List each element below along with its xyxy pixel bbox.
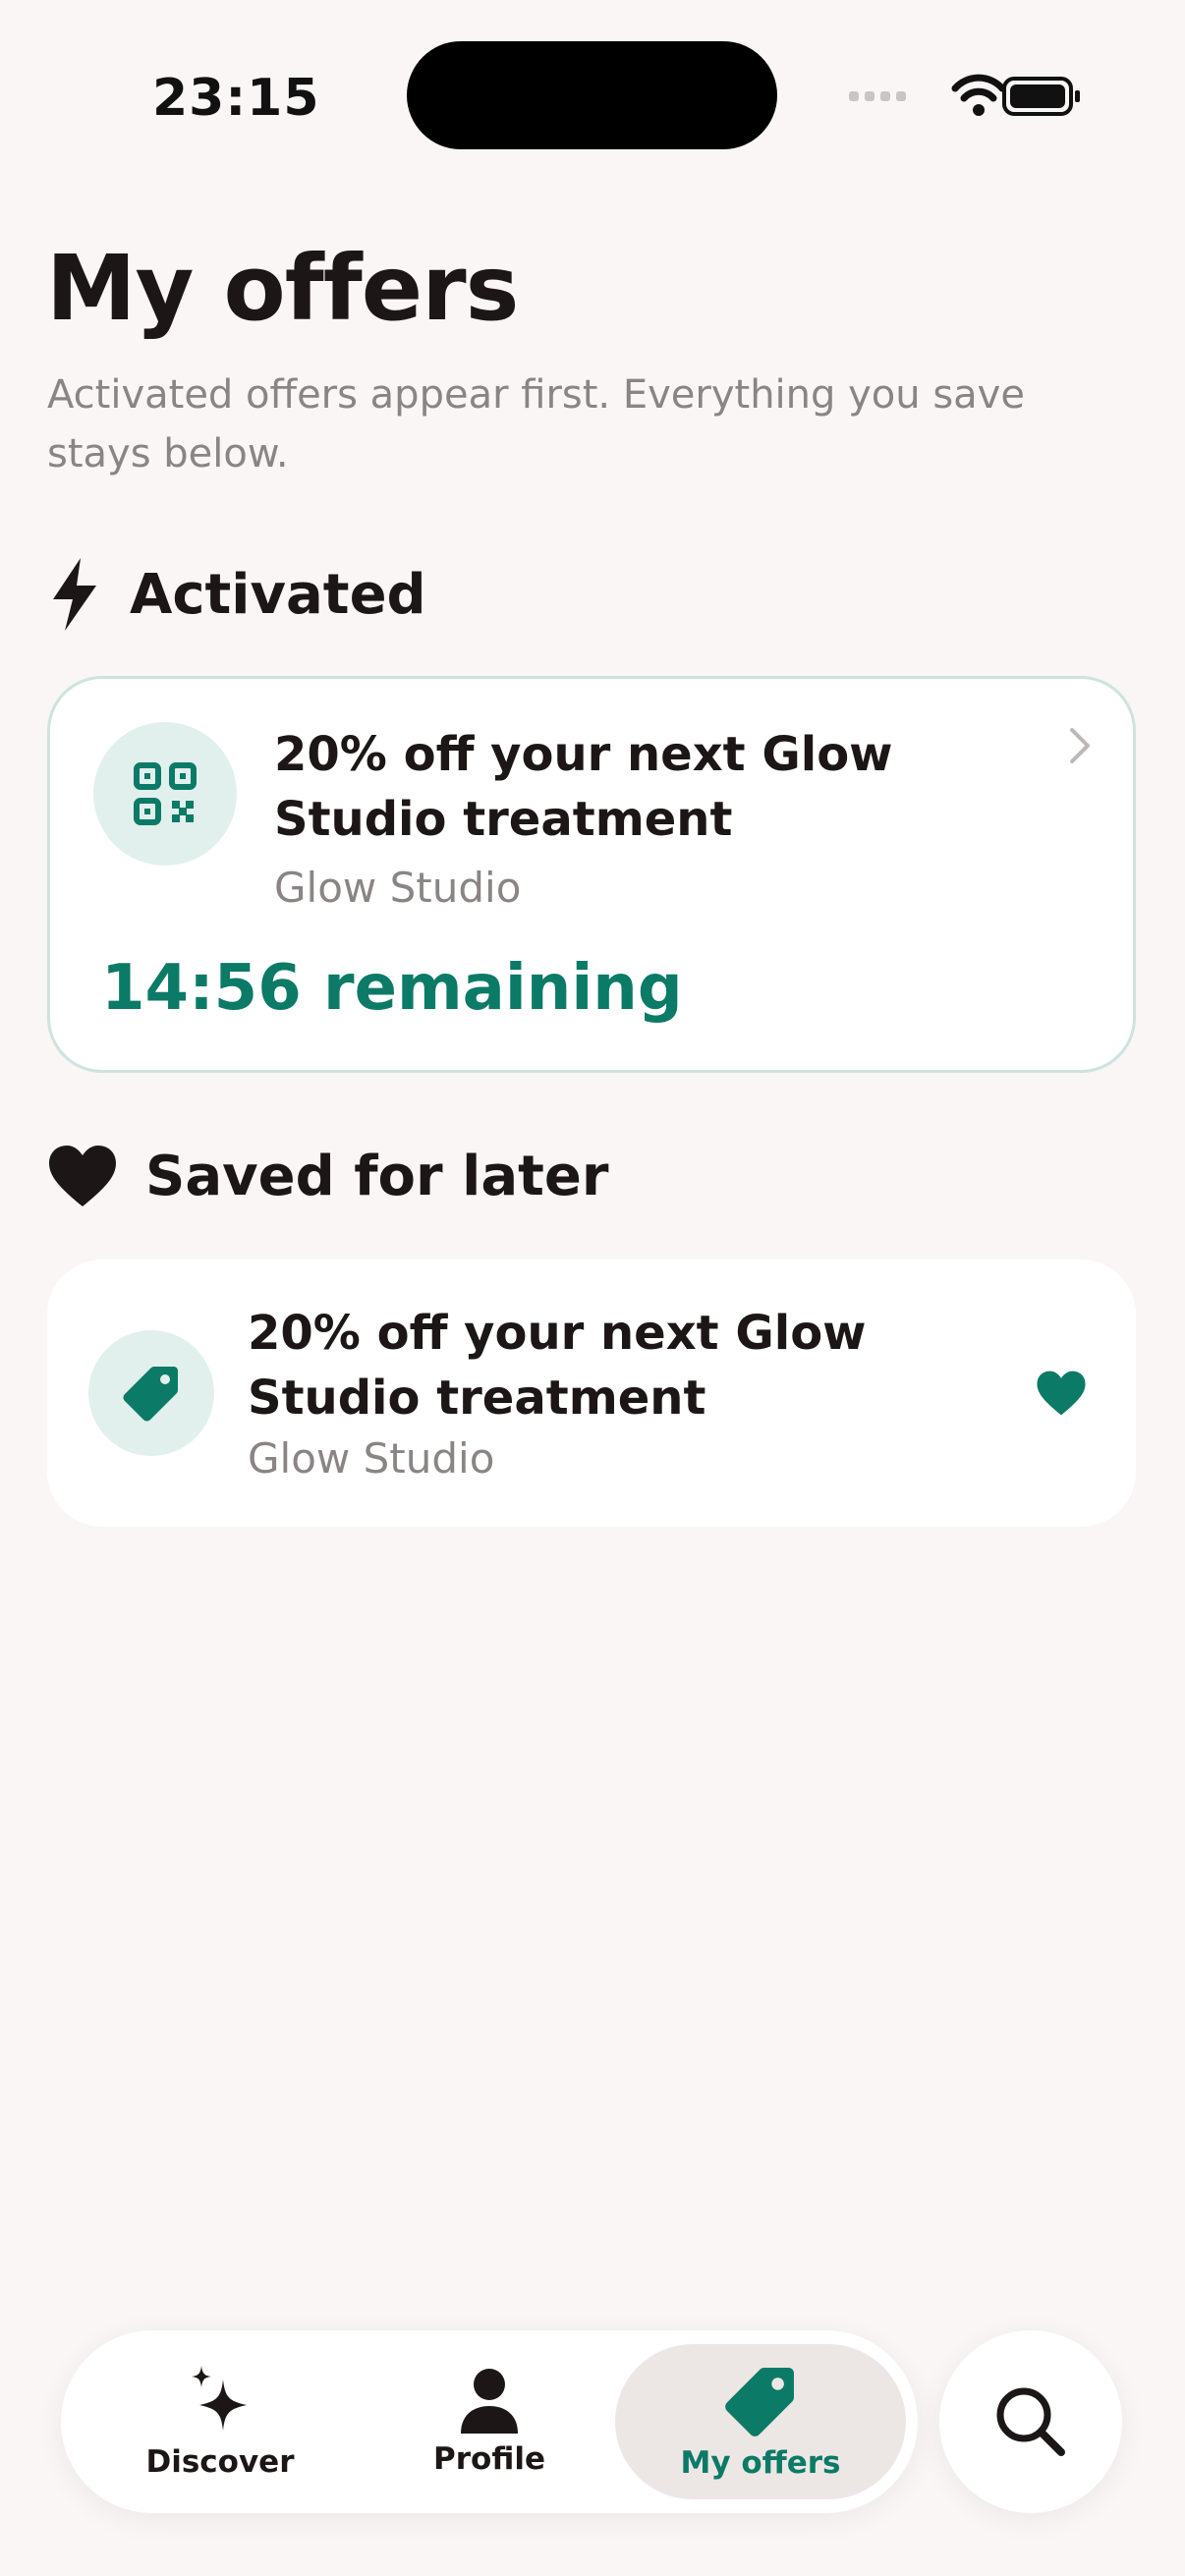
tab-profile-label: Profile (433, 2441, 545, 2477)
tab-my-offers[interactable]: My offers (615, 2344, 906, 2499)
activated-section-header: Activated (47, 556, 426, 633)
activated-section-label: Activated (130, 562, 426, 627)
search-button[interactable] (939, 2330, 1122, 2513)
offer-icon-badge (88, 1330, 214, 1456)
saved-section-label: Saved for later (145, 1144, 609, 1208)
saved-offer-card[interactable]: 20% off your next Glow Studio treatment … (47, 1260, 1136, 1527)
sparkles-icon (192, 2366, 247, 2431)
tag-icon (725, 2368, 794, 2436)
activated-offer-card[interactable]: 20% off your next Glow Studio treatment … (47, 676, 1136, 1073)
favorite-button[interactable] (1030, 1362, 1093, 1425)
page-subtitle: Activated offers appear first. Everythin… (47, 372, 1025, 476)
bolt-icon (53, 558, 96, 631)
tab-discover[interactable]: Discover (100, 2330, 340, 2513)
person-icon (461, 2369, 518, 2434)
activated-offer-title: 20% off your next Glow Studio treatment (274, 727, 893, 847)
heart-icon (49, 1146, 116, 1206)
saved-section-header: Saved for later (47, 1144, 609, 1208)
saved-offer-merchant: Glow Studio (248, 1434, 495, 1483)
offer-icon-badge (93, 722, 237, 866)
activated-offer-merchant: Glow Studio (274, 864, 522, 912)
battery-icon (1002, 77, 1080, 116)
status-time: 23:15 (152, 69, 320, 128)
tab-bar: Discover Profile My offers (61, 2330, 918, 2513)
wifi-icon (951, 74, 1006, 116)
status-icons (849, 74, 1080, 116)
search-icon (996, 2387, 1065, 2456)
tab-profile[interactable]: Profile (369, 2330, 609, 2513)
offer-countdown: 14:56 remaining (101, 952, 683, 1025)
page-title: My offers (46, 236, 519, 341)
signal-icon (849, 91, 906, 101)
tab-discover-label: Discover (145, 2444, 295, 2480)
saved-offer-title: 20% off your next Glow Studio treatment (248, 1306, 867, 1426)
tab-my-offers-label: My offers (680, 2445, 841, 2481)
chevron-right-icon[interactable] (1068, 726, 1092, 765)
tag-icon (123, 1367, 178, 1422)
dynamic-island (407, 41, 777, 149)
qr-code-icon (134, 762, 197, 825)
heart-filled-icon (1037, 1371, 1086, 1416)
